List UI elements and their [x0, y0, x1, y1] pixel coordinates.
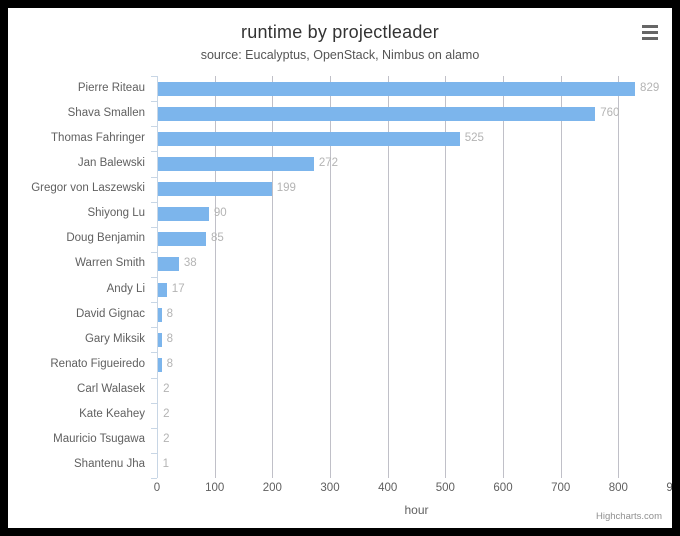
bar-value-label: 8	[166, 357, 174, 370]
bar-value-label: 525	[464, 131, 484, 144]
category-label: Thomas Fahringer	[51, 131, 145, 144]
bar-value-label: 1	[162, 458, 169, 471]
category-label: Shava Smallen	[67, 106, 145, 119]
bar-value-label: 199	[276, 182, 296, 195]
plot-area: 829 760 525 272 199 90 85 38 17 8 8 8 2 2 2 1	[157, 76, 672, 478]
bar-value-label: 8	[166, 332, 174, 345]
bar[interactable]	[157, 156, 314, 171]
chart-title: runtime by projectleader	[241, 22, 439, 42]
x-axis-title: hour	[404, 503, 429, 517]
x-axis-tick-label: 700	[551, 482, 571, 494]
bar-value-label: 38	[183, 257, 197, 270]
credits-label: Highcharts.com	[596, 511, 662, 522]
bar[interactable]	[157, 282, 167, 297]
bar[interactable]	[157, 131, 460, 146]
y-axis-tick	[151, 201, 157, 203]
x-axis-tick-label: 400	[378, 482, 398, 494]
y-axis-tick	[151, 327, 157, 329]
gridline	[560, 76, 562, 478]
y-axis-tick	[151, 151, 157, 153]
bar[interactable]	[157, 207, 209, 222]
bar-value-label: 2	[163, 383, 170, 396]
bar-value-label: 8	[166, 307, 174, 320]
y-axis-tick	[151, 352, 157, 354]
category-label: Jan Balewski	[77, 156, 145, 169]
bar[interactable]	[157, 232, 207, 247]
category-label: Pierre Riteau	[77, 81, 145, 94]
category-label: Shantenu Jha	[74, 458, 145, 471]
x-axis-tick-labels: 0 100 200 300 400 500 600 700 800 900	[153, 482, 672, 498]
y-axis-tick	[151, 126, 157, 128]
category-label: Kate Keahey	[79, 408, 145, 421]
y-axis-tick	[151, 478, 157, 479]
category-label: Doug Benjamin	[66, 232, 145, 245]
chart-subtitle: source: Eucalyptus, OpenStack, Nimbus on…	[200, 48, 480, 62]
bar-value-label: 2	[163, 408, 170, 421]
category-label: David Gignac	[75, 307, 145, 320]
bar[interactable]	[157, 81, 636, 96]
x-axis-tick-label: 300	[320, 482, 340, 494]
y-axis-tick	[151, 251, 157, 253]
hamburger-menu-icon[interactable]	[637, 20, 663, 44]
y-axis-tick	[151, 302, 157, 304]
category-label: Renato Figueiredo	[50, 357, 145, 370]
bar[interactable]	[157, 106, 596, 121]
bar[interactable]	[157, 182, 272, 197]
bar[interactable]	[157, 257, 179, 272]
x-axis-tick-label: 500	[435, 482, 455, 494]
gridline	[618, 76, 620, 478]
y-axis-tick	[151, 226, 157, 228]
category-label: Carl Walasek	[77, 383, 145, 396]
x-axis-tick-label: 200	[262, 482, 282, 494]
hamburger-bar	[642, 24, 658, 28]
bar-value-label: 85	[211, 232, 224, 245]
gridline	[503, 76, 504, 478]
y-axis-tick	[151, 402, 157, 404]
category-label: Shiyong Lu	[87, 207, 145, 220]
y-axis-tick	[151, 427, 157, 429]
bar-value-label: 272	[318, 156, 339, 169]
category-label: Gregor von Laszewski	[31, 182, 145, 195]
y-axis-tick	[151, 76, 157, 77]
category-label: Andy Li	[106, 282, 145, 295]
y-axis-tick	[151, 377, 157, 379]
category-label: Gary Miksik	[84, 332, 145, 345]
y-axis-tick	[151, 277, 157, 278]
y-axis-tick	[151, 176, 157, 178]
x-axis-tick-label: 900	[666, 482, 672, 494]
category-label: Mauricio Tsugawa	[53, 433, 145, 446]
bar-value-label: 2	[163, 433, 170, 446]
x-axis-tick-label: 800	[608, 482, 628, 494]
bar-value-label: 90	[213, 207, 227, 220]
x-axis-tick-label: 0	[153, 482, 161, 494]
hamburger-bar	[642, 36, 658, 40]
chart-container: runtime by projectleader source: Eucalyp…	[8, 8, 672, 528]
hamburger-bar	[642, 30, 658, 34]
y-axis-tick	[151, 101, 157, 103]
bar-value-label: 760	[600, 106, 620, 119]
bar-value-label: 17	[171, 282, 185, 295]
category-label: Warren Smith	[75, 257, 145, 270]
x-axis-tick-label: 100	[205, 482, 225, 494]
bar-value-label: 829	[640, 81, 660, 94]
x-axis-tick-label: 600	[493, 482, 513, 494]
y-axis-tick	[151, 452, 157, 454]
y-axis-line	[157, 76, 158, 478]
